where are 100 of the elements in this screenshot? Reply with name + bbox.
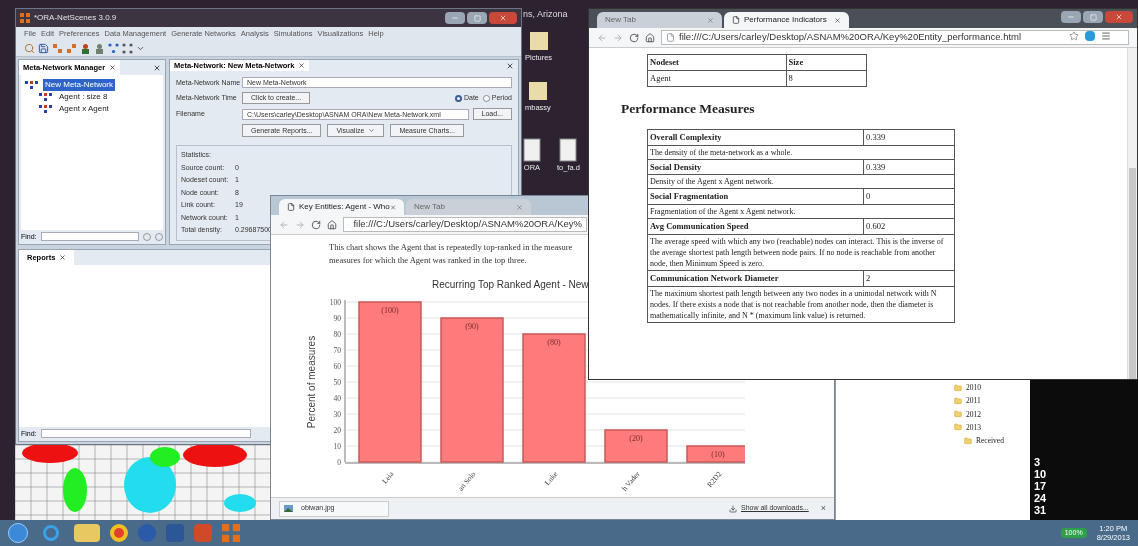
grid-icon[interactable] <box>52 42 63 54</box>
caret-icon <box>368 127 376 135</box>
measure-name: Communication Network Diameter <box>647 270 864 286</box>
column-header: Nodeset <box>647 54 787 71</box>
minimize-button[interactable] <box>1061 11 1081 23</box>
bookmark-star-icon[interactable] <box>1069 31 1079 41</box>
network-icon <box>39 93 53 101</box>
save-icon[interactable] <box>38 42 49 54</box>
app-logo-icon[interactable] <box>222 524 240 542</box>
intro-text: measures for which the Agent was ranked in the top three. <box>329 253 527 267</box>
find-field[interactable] <box>40 232 139 242</box>
data-label: (20) <box>629 433 643 443</box>
desktop-text: ns, Arizona <box>523 8 568 21</box>
window-title: *ORA-NetScenes 3.0.9 <box>34 12 117 24</box>
browser-tab[interactable]: Performance Indicators <box>724 12 849 28</box>
download-icon <box>729 504 737 513</box>
person-icon[interactable] <box>94 42 105 54</box>
network-icon <box>25 81 39 89</box>
measure-value: 0 <box>863 188 955 205</box>
calendar-day[interactable]: 24 <box>1034 492 1138 504</box>
measure-description: The maximum shortest path length between any two nodes in a unimodal network with N nodes. If there exists a node that is not reachable from another node, then the diameter is mathematically infinite, and N * (maximum link value) is returned. <box>647 286 955 322</box>
close-download-bar[interactable]: × <box>820 501 826 516</box>
search-icon[interactable] <box>24 42 35 54</box>
bar <box>604 428 668 463</box>
calendar-day[interactable]: 31 <box>1034 504 1138 516</box>
folder-icon <box>954 410 962 419</box>
browser-tab[interactable]: Key Entities: Agent - Who <box>279 199 404 215</box>
calendar-day[interactable]: 17 <box>1034 480 1138 492</box>
forward-icon[interactable] <box>295 219 305 230</box>
close-icon[interactable] <box>153 63 161 72</box>
image-icon <box>284 505 293 512</box>
nodes-icon[interactable] <box>108 42 119 54</box>
address-bar[interactable]: file:///C:/Users/carley/Desktop/ASNAM%20ORA/Key% <box>343 217 587 232</box>
calendar-day[interactable]: 3 <box>1034 456 1138 468</box>
home-icon[interactable] <box>327 219 337 230</box>
nodes-icon[interactable] <box>122 42 133 54</box>
measure-value: 0.339 <box>863 129 955 145</box>
measure-name: Avg Communication Speed <box>647 218 864 235</box>
measure-description: Density of the Agent x Agent network. <box>647 174 955 189</box>
section-heading: Performance Measures <box>621 99 756 118</box>
close-icon[interactable] <box>59 254 67 261</box>
radio-button[interactable] <box>454 94 462 102</box>
network-icon <box>39 105 53 113</box>
folder-icon <box>954 423 962 432</box>
minimize-icon <box>451 14 459 22</box>
chart-title: Recurring Top Ranked Agent - New <box>432 277 589 292</box>
data-label: (100) <box>381 305 399 315</box>
maximize-button[interactable] <box>1083 11 1103 23</box>
tree-item[interactable]: New Meta-Network <box>43 79 115 91</box>
close-icon[interactable] <box>298 62 306 70</box>
maximize-icon <box>1089 13 1097 21</box>
forward-icon[interactable] <box>613 32 623 43</box>
back-icon[interactable] <box>279 219 289 230</box>
measure-value: 2 <box>863 270 955 286</box>
table-cell: 8 <box>786 70 867 86</box>
minimize-button[interactable] <box>445 12 465 24</box>
measure-description: The density of the meta-network as a whole. <box>647 145 955 159</box>
data-label: (80) <box>547 337 561 347</box>
tree-item[interactable]: Agent : size 8 <box>57 91 110 103</box>
address-bar[interactable]: file:///C:/Users/carley/Desktop/ASNAM%20ORA/Key%20Entity_performance.html <box>661 30 1129 45</box>
tree-item[interactable]: Agent x Agent <box>57 103 111 115</box>
close-icon[interactable] <box>834 16 841 24</box>
person-icon[interactable] <box>80 42 91 54</box>
radio-button[interactable] <box>482 94 490 102</box>
measure-value: 0.339 <box>863 159 955 175</box>
home-icon[interactable] <box>645 32 655 43</box>
measure-name: Social Fragmentation <box>647 188 864 205</box>
extension-icon[interactable] <box>1085 31 1095 41</box>
folder-icon <box>954 396 962 405</box>
menu-icon[interactable] <box>1101 31 1111 41</box>
folder-icon <box>954 383 962 392</box>
folder-icon <box>964 436 972 445</box>
reload-icon[interactable] <box>311 219 321 230</box>
app-logo-icon <box>20 13 30 23</box>
close-button[interactable] <box>1105 11 1133 23</box>
intro-text: This chart shows the Agent that is repeatedly top-ranked in the measure <box>329 241 573 254</box>
back-icon[interactable] <box>597 32 607 43</box>
measure-name: Overall Complexity <box>647 129 864 145</box>
find-field[interactable] <box>40 429 251 439</box>
close-button[interactable] <box>489 12 517 24</box>
calendar-day[interactable]: 10 <box>1034 468 1138 480</box>
reload-icon[interactable] <box>629 32 639 43</box>
close-icon[interactable] <box>506 61 514 70</box>
table-cell: Agent <box>647 70 787 86</box>
browser-tab[interactable]: New Tab <box>406 199 531 215</box>
data-label: (90) <box>465 321 479 331</box>
browser-tab[interactable]: New Tab <box>597 12 722 28</box>
measure-description: Fragmentation of the Agent x Agent network. <box>647 204 955 219</box>
minimize-icon <box>1067 13 1075 21</box>
measure-value: 0.602 <box>863 218 955 235</box>
measure-name: Social Density <box>647 159 864 175</box>
close-icon <box>1115 13 1123 21</box>
axis-title: Percent of measures <box>306 335 317 428</box>
start-button[interactable] <box>8 523 28 543</box>
maximize-button[interactable] <box>467 12 487 24</box>
close-icon[interactable] <box>109 64 117 71</box>
column-header: Size <box>786 54 867 71</box>
maximize-icon <box>473 14 481 22</box>
grid-icon[interactable] <box>66 42 77 54</box>
measure-description: The average speed with which any two (reachable) nodes can interact. This is the inverse of the average shortest path length between node pairs. If no node is reachable from another node, then Minimum Speed is zero. <box>647 234 955 271</box>
